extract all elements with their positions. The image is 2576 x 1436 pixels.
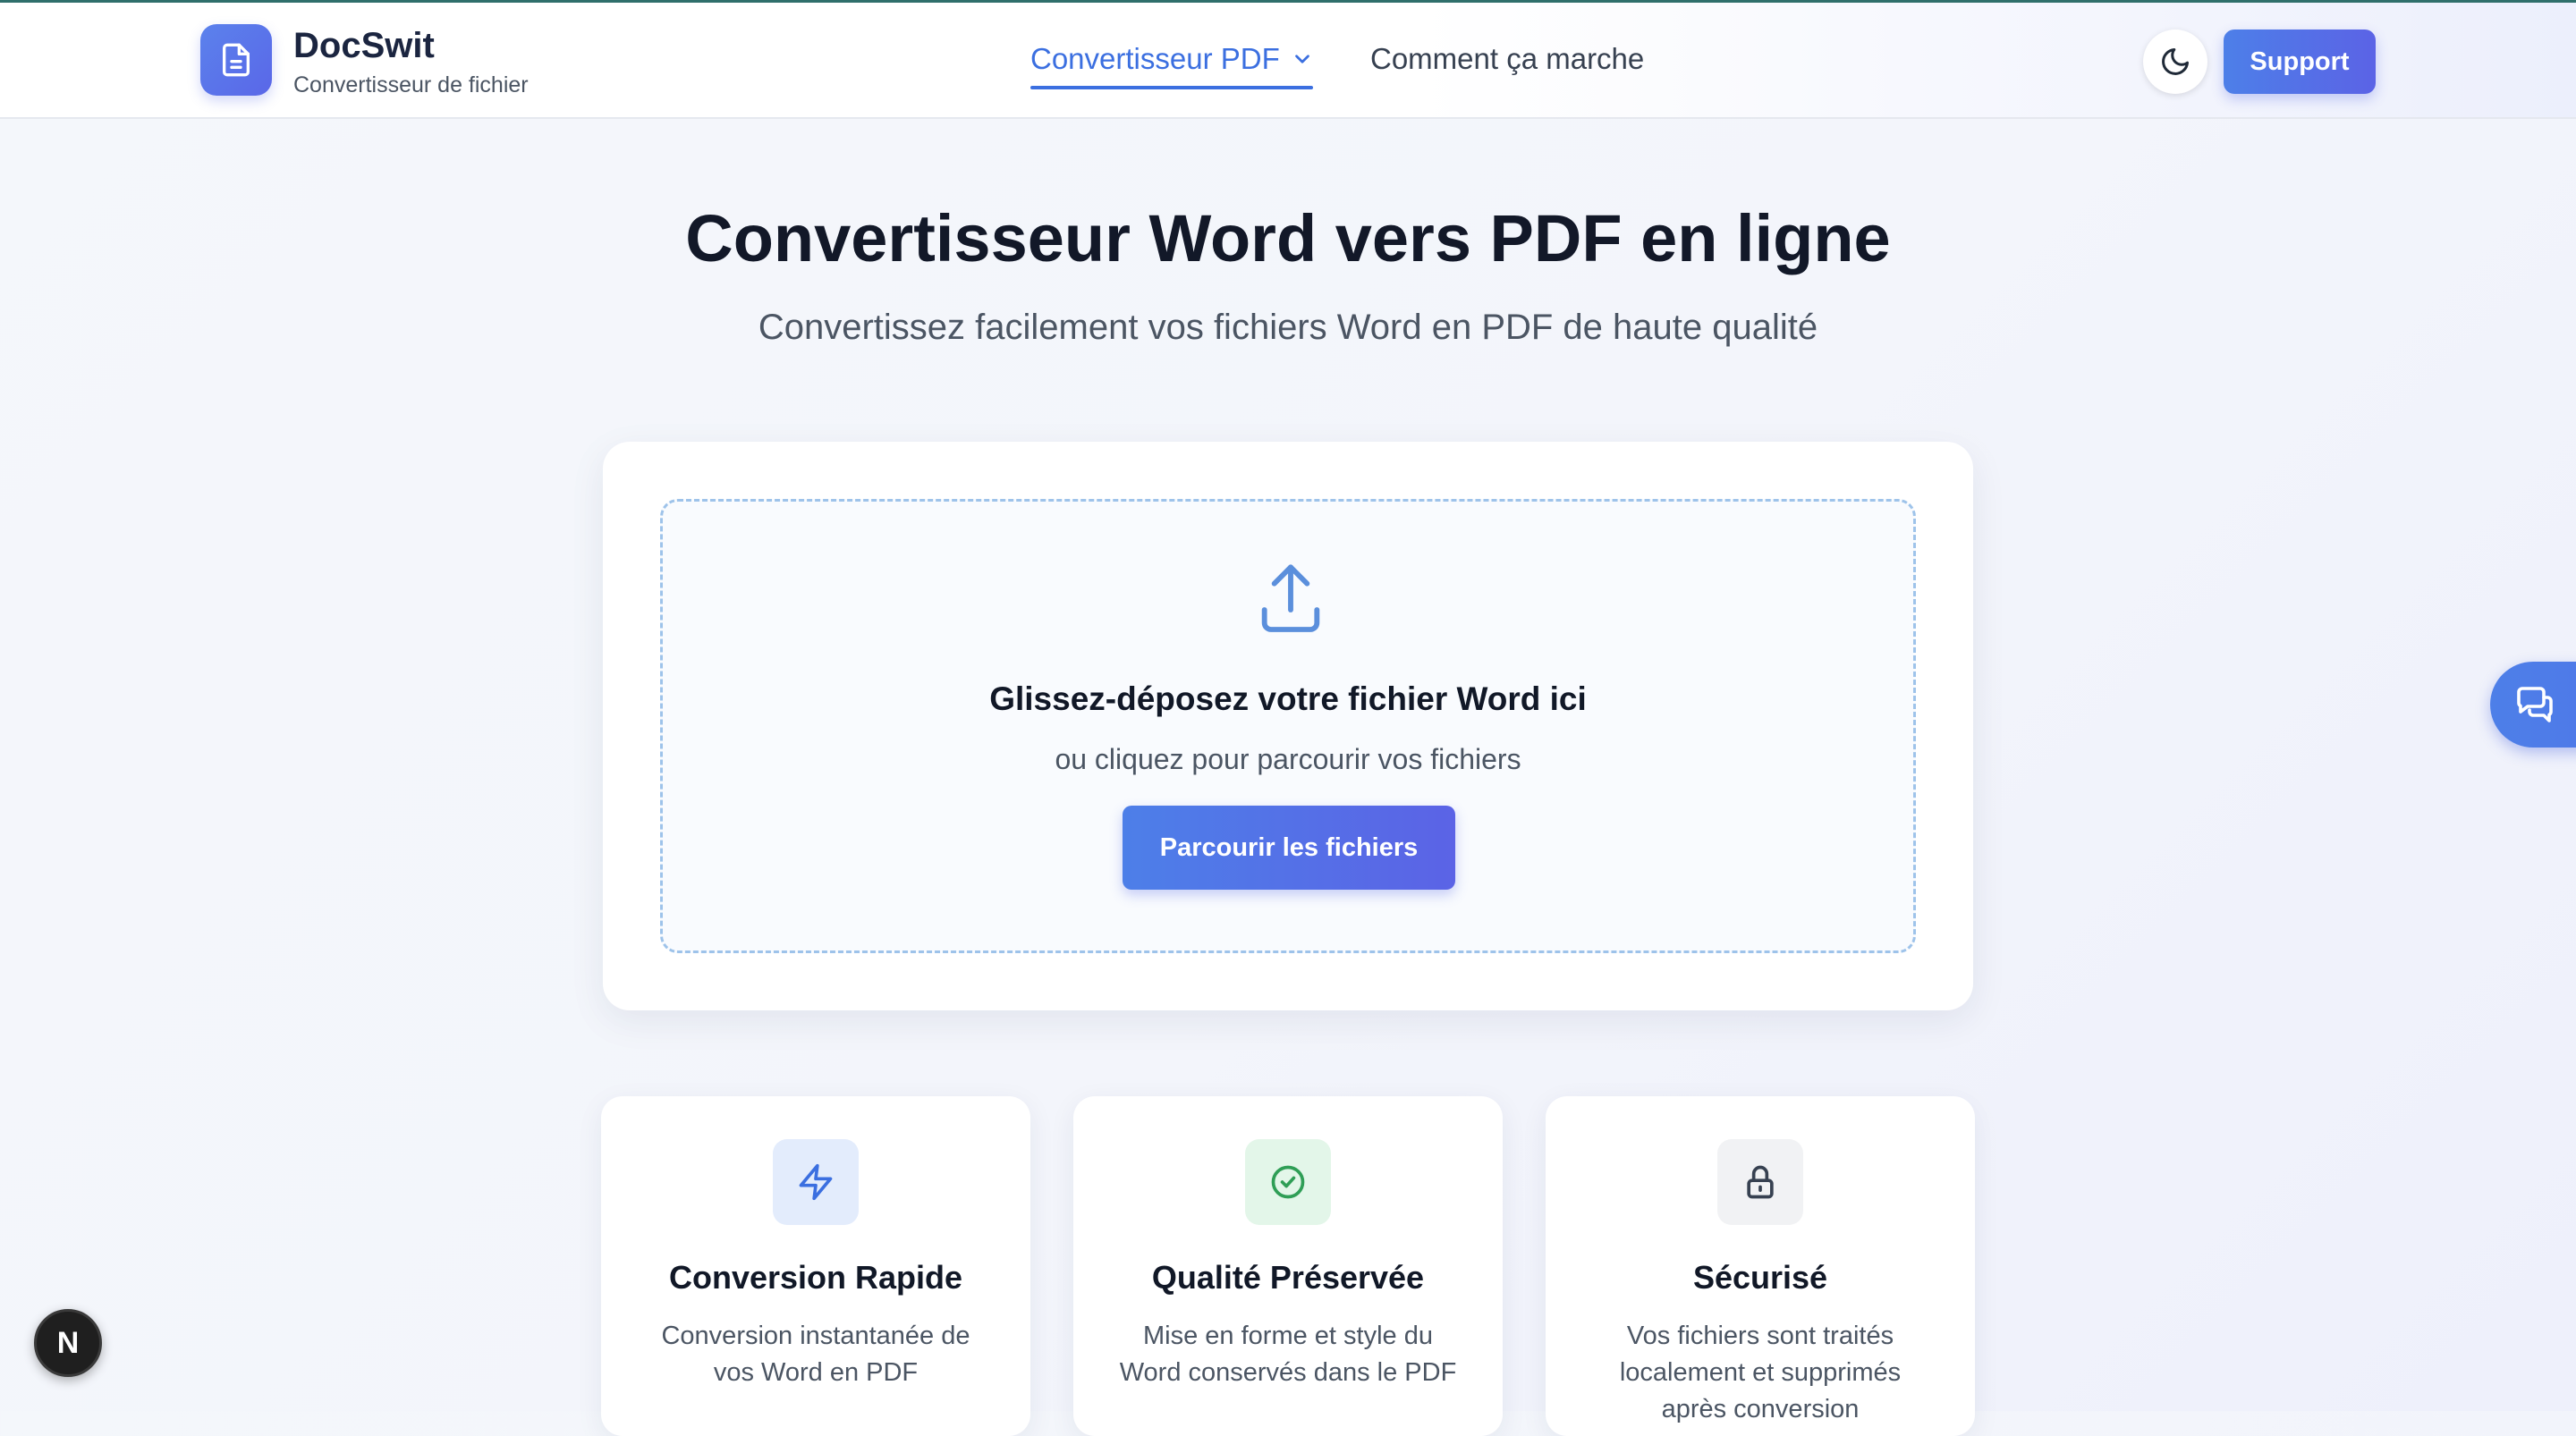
upload-card: Glissez-déposez votre fichier Word ici o… (603, 442, 1973, 1010)
support-button[interactable]: Support (2224, 30, 2376, 94)
brand-name[interactable]: DocSwit (293, 26, 435, 66)
nav-how-it-works[interactable]: Comment ça marche (1370, 42, 1644, 76)
file-dropzone[interactable]: Glissez-déposez votre fichier Word ici o… (660, 499, 1916, 953)
top-navbar: DocSwit Convertisseur de fichier Convert… (0, 3, 2576, 119)
feature-card-quality: Qualité Préservée Mise en forme et style… (1073, 1096, 1503, 1436)
logo-icon[interactable] (200, 24, 272, 96)
brand-subtitle: Convertisseur de fichier (293, 72, 529, 97)
page-title: Convertisseur Word vers PDF en ligne (685, 201, 1891, 275)
upload-icon (1261, 564, 1320, 632)
chat-widget-button[interactable] (2490, 662, 2576, 748)
check-circle-icon (1245, 1139, 1331, 1225)
feature-description: Mise en forme et style du Word conservés… (1119, 1322, 1457, 1387)
lightning-icon (773, 1139, 859, 1225)
chevron-down-icon (1294, 55, 1309, 63)
feature-title: Sécurisé (1692, 1259, 1828, 1296)
feature-title: Qualité Préservée (1151, 1259, 1425, 1296)
nav-active-indicator (1030, 86, 1313, 89)
feature-description: Vos fichiers sont traités localement et … (1619, 1322, 1902, 1423)
page-subtitle: Convertissez facilement vos fichiers Wor… (758, 308, 1818, 347)
theme-toggle-button[interactable] (2143, 30, 2207, 94)
nav-pdf-converter-label: Convertisseur PDF (1030, 42, 1280, 75)
feature-title: Conversion Rapide (668, 1259, 963, 1296)
feature-description: Conversion instantanée de vos Word en PD… (661, 1322, 970, 1387)
chat-icon (2517, 687, 2553, 722)
dropzone-title: Glissez-déposez votre fichier Word ici (989, 680, 1587, 717)
feature-card-secure: Sécurisé Vos fichiers sont traités local… (1546, 1096, 1975, 1436)
dropzone-subtitle: ou cliquez pour parcourir vos fichiers (1055, 743, 1521, 775)
lock-icon (1717, 1139, 1803, 1225)
moon-icon (2162, 48, 2189, 75)
feature-card-fast: Conversion Rapide Conversion instantanée… (601, 1096, 1030, 1436)
nav-pdf-converter-dropdown[interactable]: Convertisseur PDF (1030, 42, 1314, 76)
nextjs-dev-badge[interactable]: N (34, 1309, 102, 1377)
browse-files-button[interactable]: Parcourir les fichiers (1123, 806, 1455, 890)
